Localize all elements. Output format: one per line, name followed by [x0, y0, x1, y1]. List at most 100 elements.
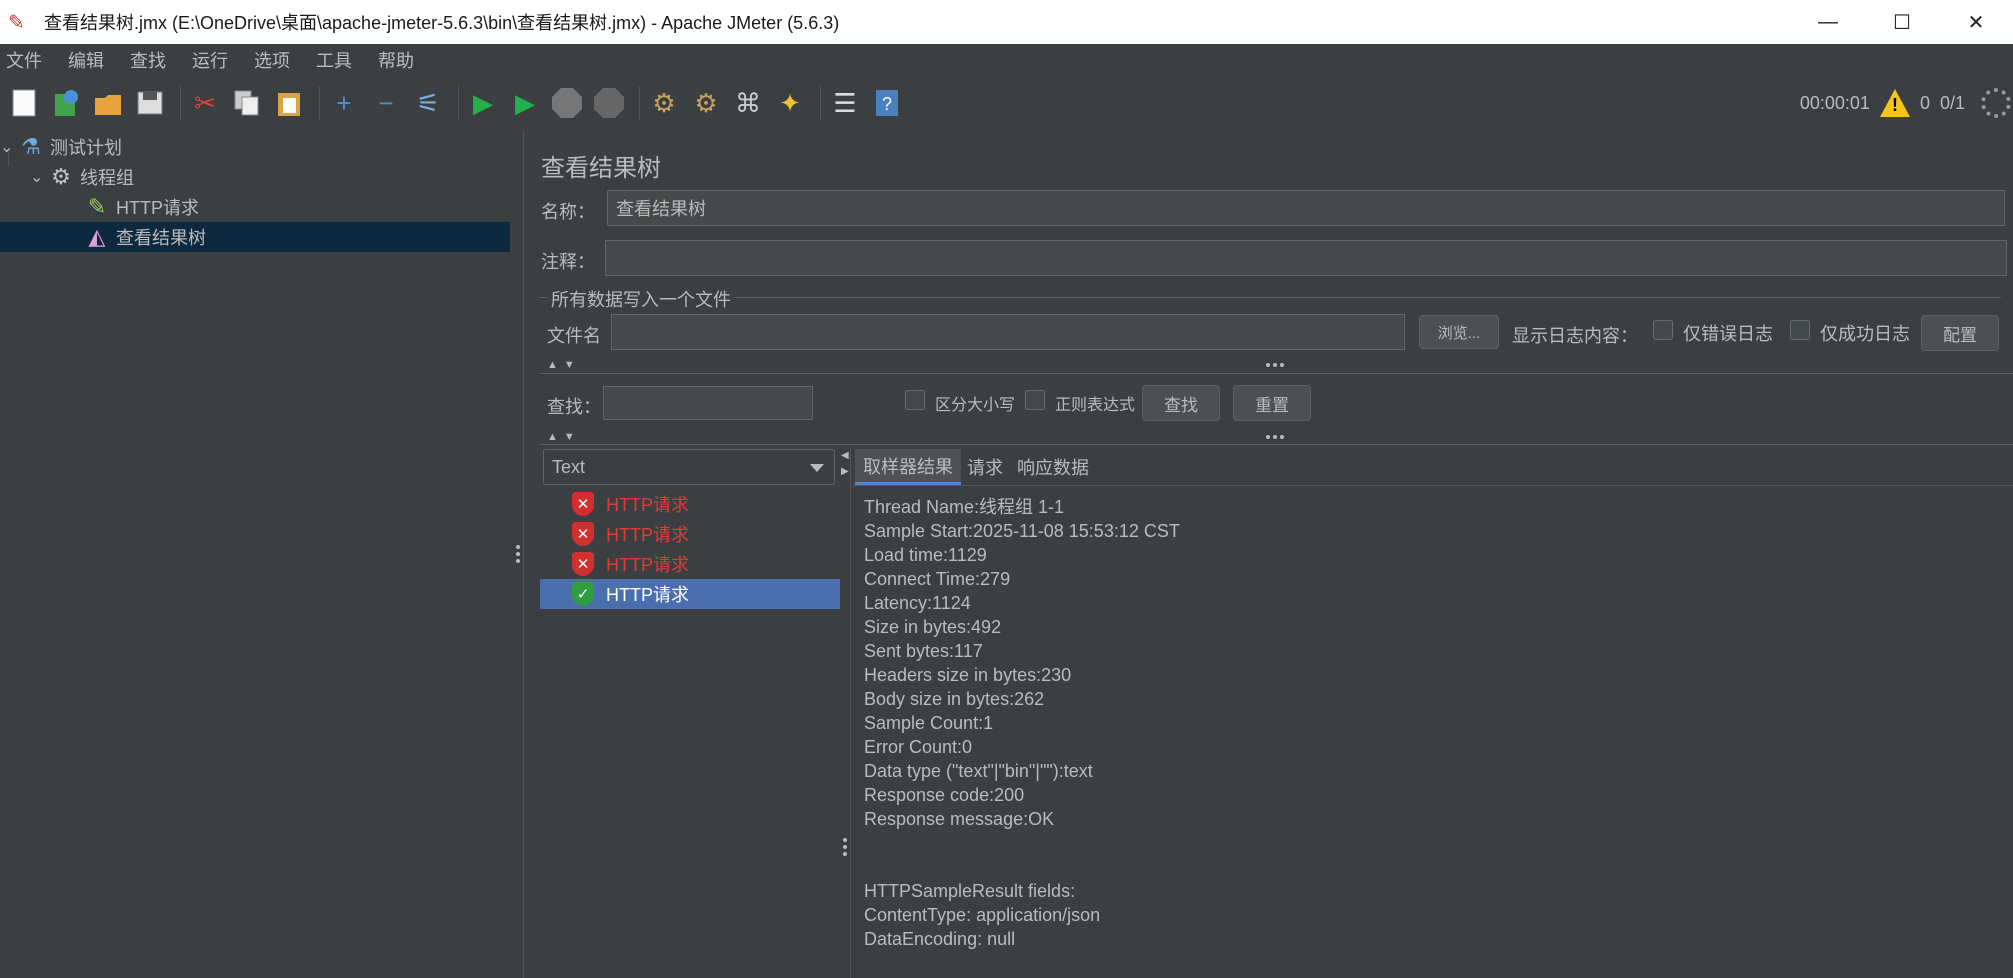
- result-line: DataEncoding: null: [864, 929, 1016, 949]
- result-item[interactable]: ✕ HTTP请求: [540, 519, 840, 549]
- tree-node-label: HTTP请求: [116, 198, 199, 218]
- file-section-border: [539, 297, 2001, 298]
- result-item-selected[interactable]: ✓ HTTP请求: [540, 579, 840, 609]
- case-sensitive-checkbox[interactable]: [905, 390, 925, 410]
- divider: [539, 444, 2013, 445]
- remote-stop-icon[interactable]: ⚙: [688, 85, 724, 121]
- comment-field[interactable]: [605, 240, 2007, 276]
- minimize-button[interactable]: —: [1791, 0, 1865, 44]
- menu-file[interactable]: 文件: [0, 47, 56, 73]
- renderer-select[interactable]: Text: [543, 449, 835, 485]
- configure-button[interactable]: 配置: [1921, 315, 1999, 351]
- tab-sampler-result[interactable]: 取样器结果: [855, 449, 961, 485]
- maximize-button[interactable]: ☐: [1865, 0, 1939, 44]
- result-line: HTTPSampleResult fields:: [864, 881, 1076, 901]
- tree-node-label: 测试计划: [50, 138, 122, 158]
- chevron-down-icon[interactable]: ⌄: [0, 137, 18, 157]
- help-icon[interactable]: ?: [869, 85, 905, 121]
- result-line: Connect Time:279: [864, 569, 1011, 589]
- menu-tools[interactable]: 工具: [310, 47, 366, 73]
- chart-icon: ◭: [88, 224, 106, 249]
- tree-node-view-results-tree[interactable]: ◭ 查看结果树: [0, 222, 510, 252]
- paste-icon[interactable]: [271, 85, 307, 121]
- name-field[interactable]: 查看结果树: [607, 190, 2005, 226]
- expand-right-icon[interactable]: ▶: [841, 466, 849, 477]
- expand-all-icon[interactable]: +: [326, 85, 362, 121]
- open-icon[interactable]: [90, 85, 126, 121]
- flask-icon: ⚗: [21, 134, 41, 159]
- stop-icon[interactable]: [549, 85, 585, 121]
- copy-icon[interactable]: [229, 85, 265, 121]
- collapse-arrows[interactable]: ▲▼: [547, 431, 581, 443]
- menu-help[interactable]: 帮助: [372, 47, 428, 73]
- collapse-all-icon[interactable]: −: [368, 85, 404, 121]
- tree-node-http-request[interactable]: ✎ HTTP请求: [84, 192, 199, 222]
- warning-count: 0: [1919, 92, 1930, 113]
- case-sensitive-label: 区分大小写: [935, 397, 1016, 414]
- search-input[interactable]: [603, 386, 813, 420]
- regex-checkbox[interactable]: [1025, 390, 1045, 410]
- menu-options[interactable]: 选项: [248, 47, 304, 73]
- view-results-tree-panel: 查看结果树 名称： 查看结果树 注释： 所有数据写入一个文件 文件名 浏览...…: [525, 130, 2013, 978]
- find-button[interactable]: 查找: [1142, 385, 1220, 421]
- error-shield-icon: ✕: [572, 492, 594, 516]
- success-only-checkbox[interactable]: [1790, 320, 1810, 340]
- toolbar-separator: [319, 86, 320, 120]
- menu-edit[interactable]: 编辑: [62, 47, 118, 73]
- binoculars-icon[interactable]: ⌘: [730, 85, 766, 121]
- tree-node-label: 查看结果树: [116, 228, 206, 248]
- result-line: Data type ("text"|"bin"|""):text: [864, 761, 1093, 781]
- remote-start-icon[interactable]: ⚙: [646, 85, 682, 121]
- chevron-down-icon[interactable]: ⌄: [30, 167, 48, 187]
- sampler-result-text: Thread Name:线程组 1-1 Sample Start:2025-11…: [864, 495, 1180, 951]
- toolbar-separator: [820, 86, 821, 120]
- title-bar: ✎ 查看结果树.jmx (E:\OneDrive\桌面\apache-jmete…: [0, 0, 2013, 44]
- templates-icon[interactable]: [48, 85, 84, 121]
- result-line: Load time:1129: [864, 545, 987, 565]
- start-no-pause-icon[interactable]: ▶: [507, 85, 543, 121]
- horizontal-splitter[interactable]: [1266, 363, 1284, 367]
- reset-button[interactable]: 重置: [1233, 385, 1311, 421]
- shutdown-icon[interactable]: [591, 85, 627, 121]
- tree-node-thread-group[interactable]: ⌄ ⚙ 线程组: [30, 162, 134, 192]
- window-controls: — ☐ ✕: [1791, 0, 2013, 44]
- new-icon[interactable]: [6, 85, 42, 121]
- toggle-icon[interactable]: ⚟: [410, 85, 446, 121]
- gear-icon: ⚙: [51, 164, 71, 189]
- horizontal-splitter[interactable]: [1266, 435, 1284, 439]
- collapse-left-icon[interactable]: ◀: [841, 450, 849, 461]
- start-icon[interactable]: ▶: [465, 85, 501, 121]
- active-threads: 0/1: [1939, 92, 1965, 113]
- result-line: Body size in bytes:262: [864, 689, 1045, 709]
- menu-bar: 文件 编辑 查找 运行 选项 工具 帮助: [0, 44, 2013, 76]
- tree-splitter[interactable]: [512, 130, 524, 978]
- menu-search[interactable]: 查找: [124, 47, 180, 73]
- close-button[interactable]: ✕: [1939, 0, 2013, 44]
- tree-node-label: 线程组: [80, 168, 134, 188]
- errors-only-checkbox[interactable]: [1653, 320, 1673, 340]
- tree-node-test-plan[interactable]: ⌄ ⚗ 测试计划: [0, 132, 122, 162]
- pipette-icon: ✎: [87, 194, 107, 219]
- result-line: Sample Count:1: [864, 713, 994, 733]
- cut-icon[interactable]: ✂: [187, 85, 223, 121]
- filename-field[interactable]: [611, 314, 1405, 350]
- result-line: [864, 831, 1180, 855]
- browse-button[interactable]: 浏览...: [1419, 315, 1499, 349]
- result-line: Thread Name:线程组 1-1: [864, 497, 1065, 517]
- result-line: Size in bytes:492: [864, 617, 1002, 637]
- result-item[interactable]: ✕ HTTP请求: [540, 549, 840, 579]
- tabs-divider: [853, 485, 2013, 486]
- results-splitter[interactable]: ◀ ▶: [839, 448, 851, 978]
- result-item[interactable]: ✕ HTTP请求: [540, 489, 840, 519]
- tab-request[interactable]: 请求: [959, 449, 1011, 485]
- save-icon[interactable]: [132, 85, 168, 121]
- result-line: Headers size in bytes:230: [864, 665, 1072, 685]
- clear-all-icon[interactable]: ✦: [772, 85, 808, 121]
- function-helper-icon[interactable]: ☰: [827, 85, 863, 121]
- menu-run[interactable]: 运行: [186, 47, 242, 73]
- warning-icon[interactable]: [1879, 89, 1910, 117]
- result-line: Response message:OK: [864, 809, 1055, 829]
- tab-response-data[interactable]: 响应数据: [1009, 449, 1097, 485]
- status-area: 00:00:01 0 0/1: [1800, 78, 2013, 128]
- collapse-arrows[interactable]: ▲▼: [547, 359, 581, 371]
